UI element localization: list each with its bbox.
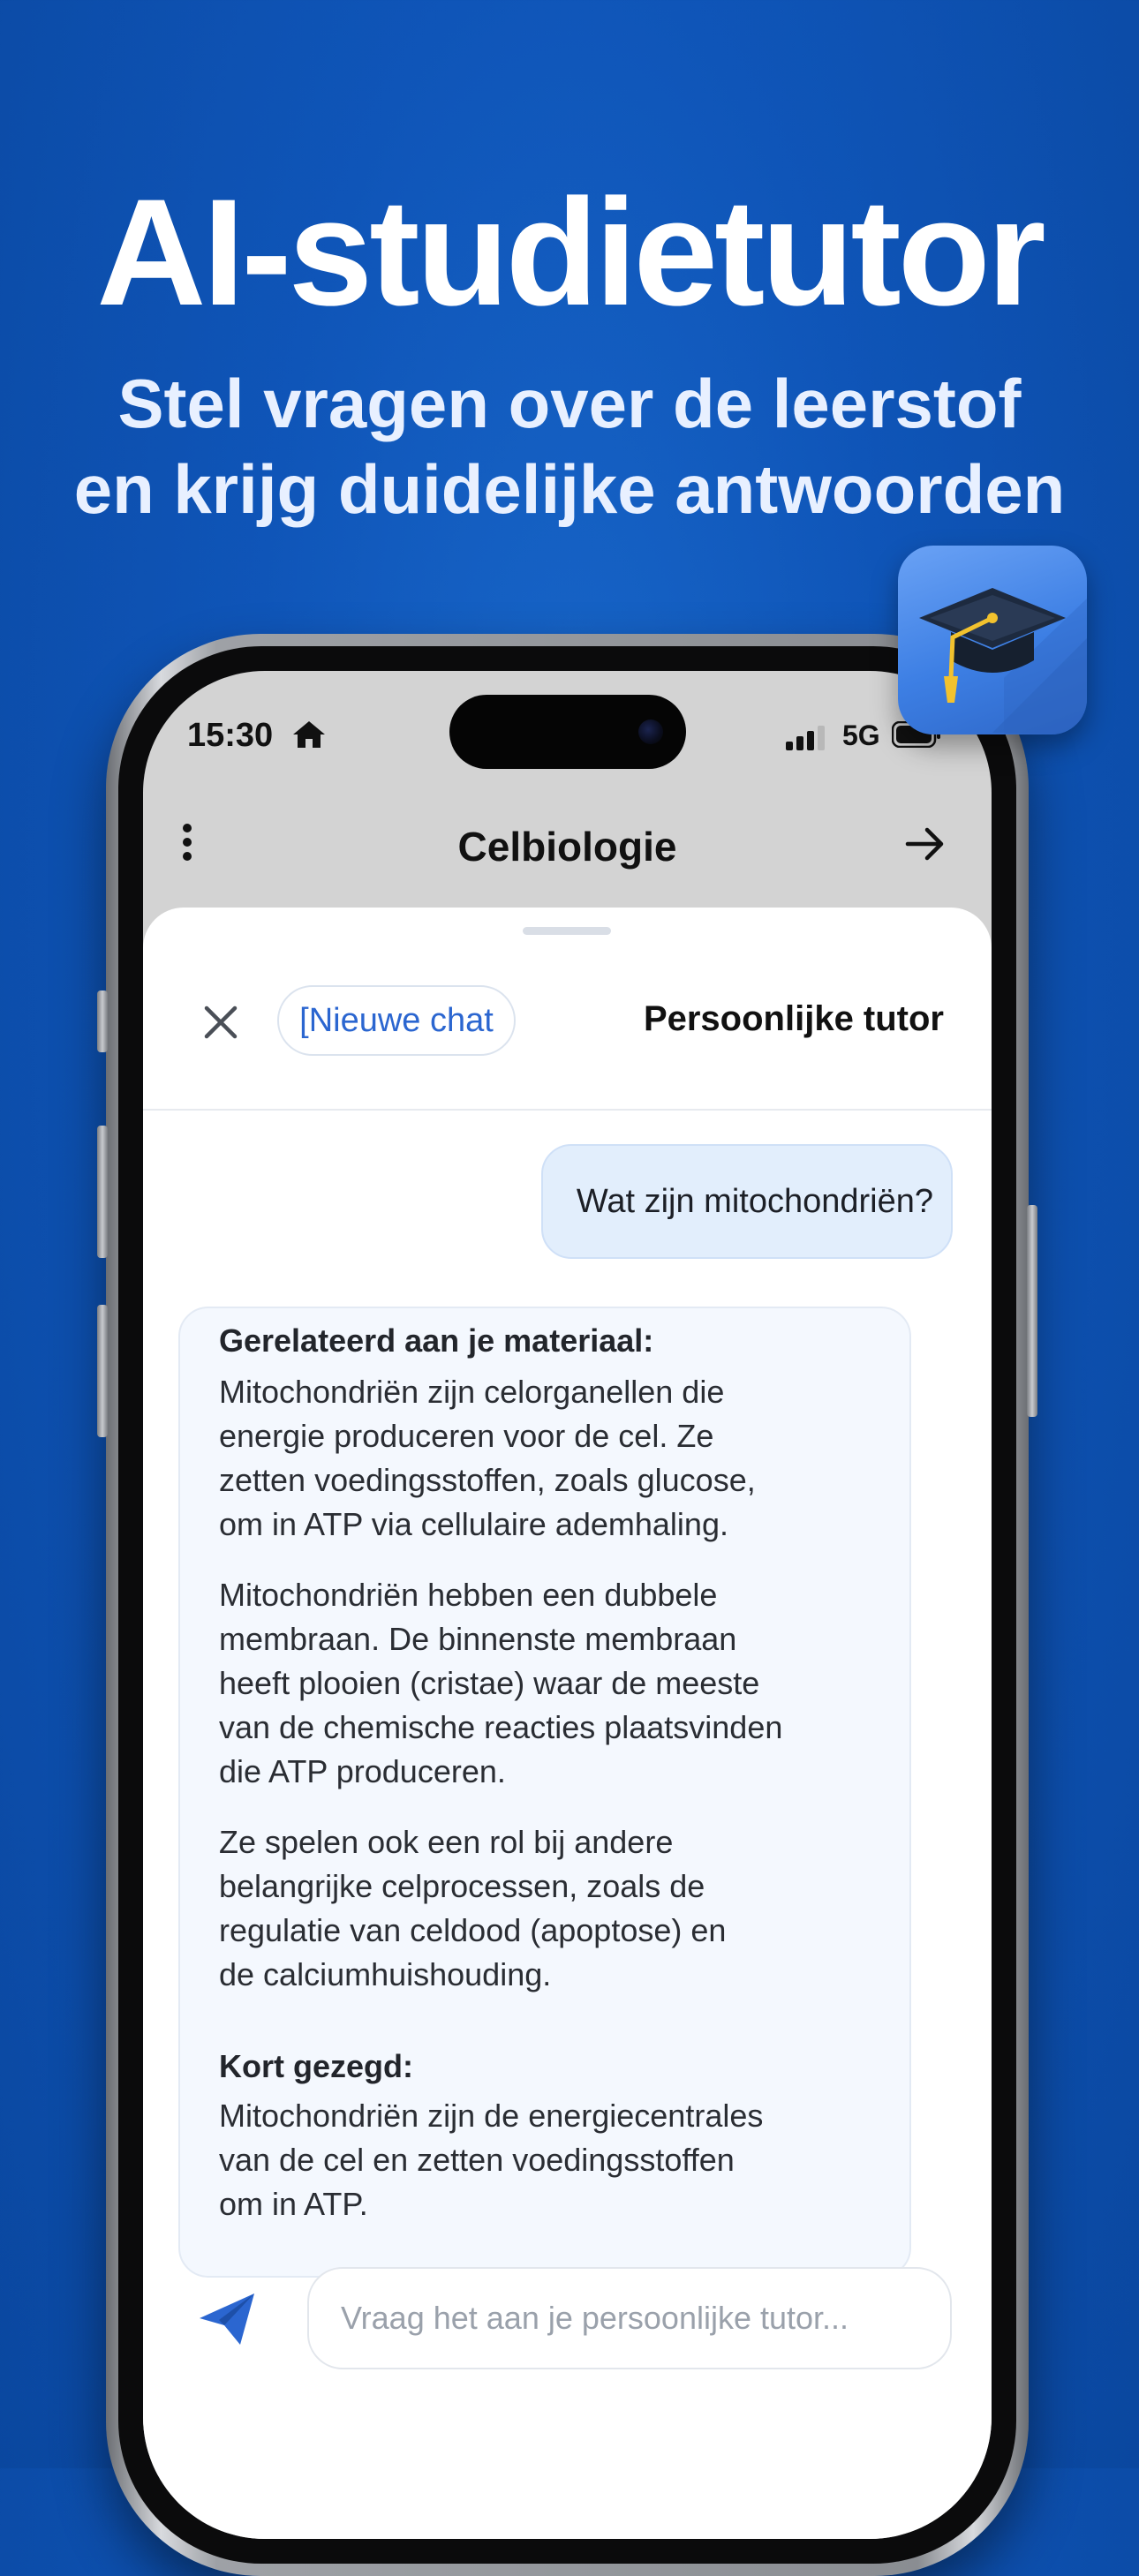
reply-line: Ze spelen ook een rol bij andere [219,1824,674,1860]
signal-icon [786,726,828,755]
network-label: 5G [842,719,880,751]
camera-icon [638,719,663,744]
phone-screen: 15:30 5G Celbiologie [Nieuwe chat Persoo… [143,671,992,2539]
reply-line: membraan. De binnenste membraan [219,1621,737,1657]
phone-power-button [1027,1205,1037,1417]
reply-line: energie produceren voor de cel. Ze [219,1418,714,1454]
reply-line: van de cel en zetten voedingsstoffen [219,2142,735,2178]
phone-action-button [97,990,108,1052]
send-icon[interactable] [196,2290,258,2353]
reply-paragraph-1: Mitochondriën zijn celorganellen die ene… [219,1370,756,1547]
page-title: Celbiologie [457,824,677,870]
arrow-right-icon[interactable] [904,825,947,868]
tutor-reply-card: Gerelateerd aan je materiaal: Mitochondr… [178,1307,911,2278]
reply-summary: Mitochondriën zijn de energiecentrales v… [219,2094,763,2226]
summary-heading: Kort gezegd: [219,2048,413,2084]
reply-line: die ATP produceren. [219,1753,506,1789]
reply-line: heeft plooien (cristae) waar de meeste [219,1665,760,1701]
graduation-cap-icon [919,588,1087,734]
divider [143,1109,992,1111]
status-time: 15:30 [187,717,274,754]
promo-subline-2: en krijg duidelijke antwoorden [73,450,1066,528]
sheet-grabber[interactable] [523,927,611,935]
reply-line: Mitochondriën zijn celorganellen die [219,1374,725,1410]
sheet-title: Persoonlijke tutor [643,999,944,1038]
reply-line: Mitochondriën zijn de energiecentrales [219,2098,764,2134]
reply-line: van de chemische reacties plaatsvinden [219,1709,783,1745]
phone-volume-up-button [97,1126,108,1258]
phone-volume-down-button [97,1305,108,1437]
reply-line: de calciumhuishouding. [219,1956,552,1992]
promo-subline-1: Stel vragen over de leerstof [117,365,1022,442]
reply-line: zetten voedingsstoffen, zoals glucose, [219,1462,756,1498]
reply-line: regulatie van celdood (apoptose) en [219,1912,727,1948]
user-message-bubble: Wat zijn mitochondriën? [540,1144,953,1259]
reply-paragraph-2: Mitochondriën hebben een dubbele membraa… [219,1573,782,1794]
ask-tutor-input[interactable] [307,2267,952,2369]
reply-paragraph-3: Ze spelen ook een rol bij andere belangr… [219,1820,726,1997]
reply-line: om in ATP via cellulaire ademhaling. [219,1506,728,1542]
dynamic-island [449,695,686,769]
close-icon[interactable] [201,1003,240,1046]
app-icon [898,546,1087,734]
new-chat-button[interactable]: [Nieuwe chat [277,985,516,1056]
reply-heading: Gerelateerd aan je materiaal: [219,1322,654,1359]
home-icon [291,719,327,754]
reply-line: Mitochondriën hebben een dubbele [219,1577,718,1613]
reply-line: belangrijke celprocessen, zoals de [219,1868,705,1904]
reply-line: om in ATP. [219,2186,368,2222]
promo-headline: AI-studietutor [96,168,1045,337]
tutor-sheet: [Nieuwe chat Persoonlijke tutor Wat zijn… [143,908,992,2539]
